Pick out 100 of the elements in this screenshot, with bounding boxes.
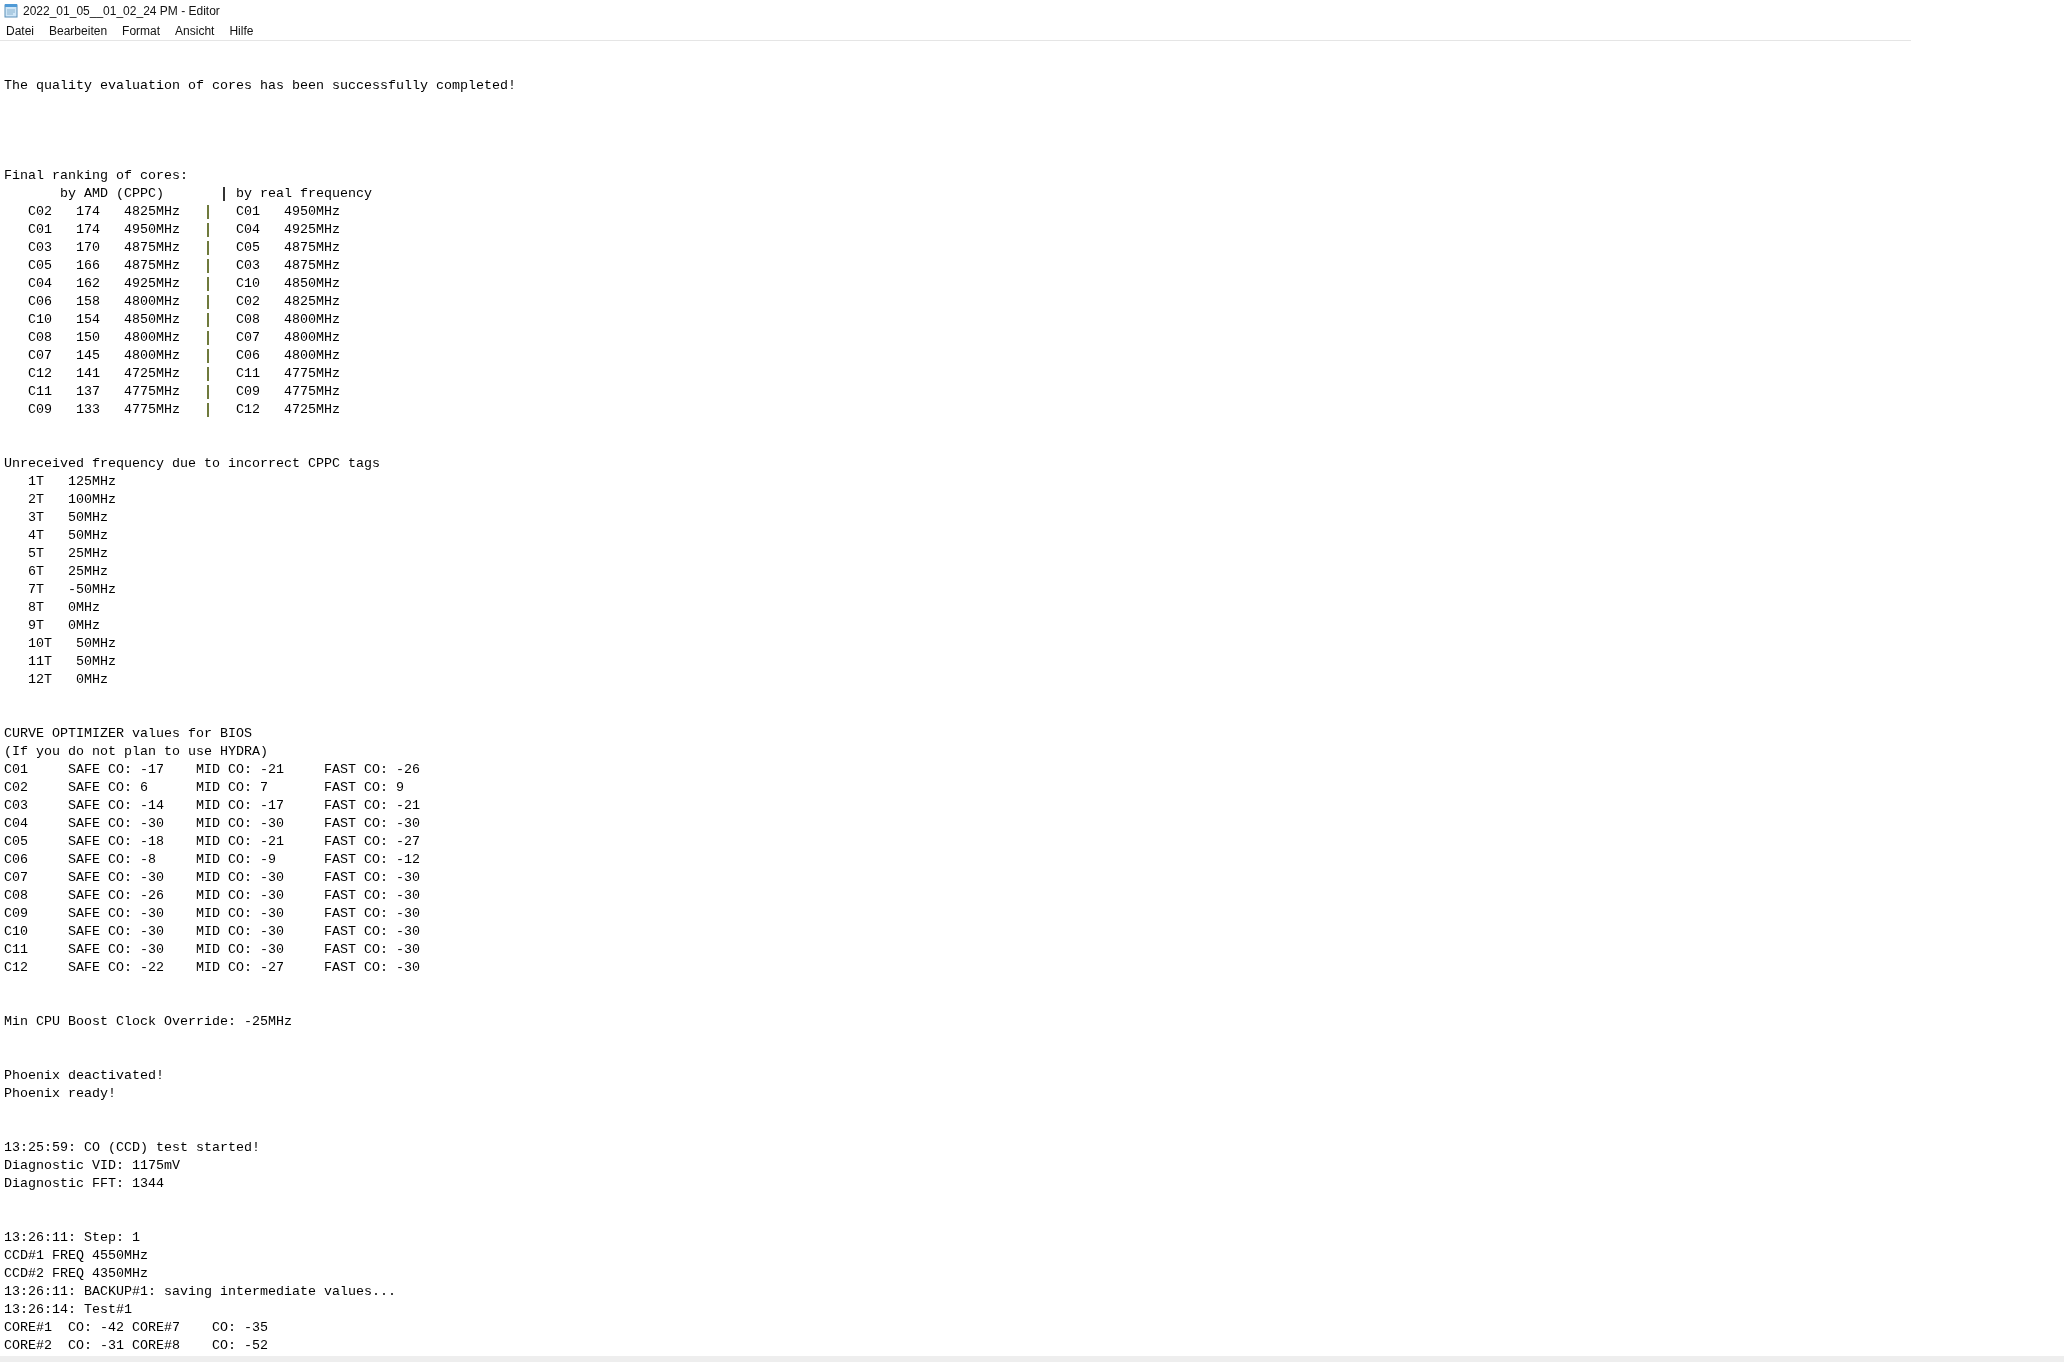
- ranking-entry: C08 4800MHz: [235, 311, 340, 329]
- frequency-entry: 8T 0MHz: [28, 599, 101, 617]
- menu-item[interactable]: Datei: [6, 21, 34, 40]
- ranking-entry: C12 141 4725MHz: [28, 365, 181, 383]
- curve-value: FAST CO: -30: [323, 815, 420, 833]
- frequency-entry: 2T 100MHz: [28, 491, 117, 509]
- curve-value: SAFE CO: -30: [68, 941, 165, 959]
- column-heading: by real frequency: [235, 185, 372, 203]
- menu-item[interactable]: Ansicht: [175, 21, 215, 40]
- log-line: CCD#2 FREQ 4350MHz: [4, 1265, 149, 1283]
- curve-value: SAFE CO: -26: [68, 887, 165, 905]
- core-label: C01: [4, 761, 29, 779]
- log-line: The quality evaluation of cores has been successfully completed!: [4, 77, 517, 95]
- frequency-entry: 4T 50MHz: [28, 527, 109, 545]
- log-line: Min CPU Boost Clock Override: -25MHz: [4, 1013, 293, 1031]
- curve-value: SAFE CO: -14: [68, 797, 165, 815]
- curve-value: SAFE CO: -8: [68, 851, 157, 869]
- log-line: CORE#1 CO: -42 CORE#7 CO: -35: [4, 1319, 269, 1337]
- ranking-entry: C11 137 4775MHz: [28, 383, 181, 401]
- curve-value: FAST CO: -12: [323, 851, 420, 869]
- log-line: 13:26:11: Step: 1: [4, 1229, 141, 1247]
- curve-value: SAFE CO: 6: [68, 779, 149, 797]
- section-heading: (If you do not plan to use HYDRA): [4, 743, 269, 761]
- ranking-entry: C01 174 4950MHz: [28, 221, 181, 239]
- curve-value: MID CO: -21: [195, 761, 285, 779]
- ranking-entry: C03 4875MHz: [235, 257, 340, 275]
- curve-value: MID CO: 7: [195, 779, 269, 797]
- frequency-entry: 5T 25MHz: [28, 545, 109, 563]
- core-label: C11: [4, 941, 29, 959]
- ranking-entry: C02 174 4825MHz: [28, 203, 181, 221]
- ranking-entry: C03 170 4875MHz: [28, 239, 181, 257]
- curve-value: FAST CO: -30: [323, 887, 420, 905]
- curve-value: MID CO: -21: [195, 833, 285, 851]
- curve-value: FAST CO: -30: [323, 941, 420, 959]
- curve-value: MID CO: -9: [195, 851, 277, 869]
- curve-value: FAST CO: 9: [323, 779, 404, 797]
- window-title: 2022_01_05__01_02_24 PM - Editor: [23, 2, 220, 20]
- curve-value: FAST CO: -30: [323, 905, 420, 923]
- log-line: Phoenix deactivated!: [4, 1067, 165, 1085]
- curve-value: SAFE CO: -30: [68, 905, 165, 923]
- notepad-icon: [4, 3, 18, 18]
- curve-value: FAST CO: -21: [323, 797, 420, 815]
- curve-value: MID CO: -30: [195, 905, 285, 923]
- ranking-entry: C12 4725MHz: [235, 401, 340, 419]
- frequency-entry: 1T 125MHz: [28, 473, 117, 491]
- curve-value: FAST CO: -30: [323, 923, 420, 941]
- frequency-entry: 7T -50MHz: [28, 581, 117, 599]
- core-label: C10: [4, 923, 29, 941]
- section-heading: Final ranking of cores:: [4, 167, 189, 185]
- core-label: C04: [4, 815, 29, 833]
- ranking-entry: C09 133 4775MHz: [28, 401, 181, 419]
- log-line: CORE#2 CO: -31 CORE#8 CO: -52: [4, 1337, 269, 1355]
- curve-value: FAST CO: -26: [323, 761, 420, 779]
- curve-value: SAFE CO: -17: [68, 761, 165, 779]
- ranking-entry: C01 4950MHz: [235, 203, 340, 221]
- core-label: C07: [4, 869, 29, 887]
- ranking-entry: C04 162 4925MHz: [28, 275, 181, 293]
- curve-value: MID CO: -30: [195, 941, 285, 959]
- ranking-entry: C10 154 4850MHz: [28, 311, 181, 329]
- frequency-entry: 11T 50MHz: [28, 653, 117, 671]
- section-heading: CURVE OPTIMIZER values for BIOS: [4, 725, 253, 743]
- core-label: C09: [4, 905, 29, 923]
- core-label: C02: [4, 779, 29, 797]
- ranking-entry: C02 4825MHz: [235, 293, 340, 311]
- column-heading: by AMD (CPPC): [60, 185, 165, 203]
- ranking-entry: C04 4925MHz: [235, 221, 340, 239]
- curve-value: MID CO: -30: [195, 869, 285, 887]
- core-label: C05: [4, 833, 29, 851]
- ranking-entry: C07 4800MHz: [235, 329, 340, 347]
- ranking-entry: C07 145 4800MHz: [28, 347, 181, 365]
- core-label: C03: [4, 797, 29, 815]
- curve-value: SAFE CO: -22: [68, 959, 165, 977]
- curve-value: SAFE CO: -30: [68, 815, 165, 833]
- log-line: 13:25:59: CO (CCD) test started!: [4, 1139, 261, 1157]
- ranking-entry: C08 150 4800MHz: [28, 329, 181, 347]
- core-label: C12: [4, 959, 29, 977]
- frequency-entry: 9T 0MHz: [28, 617, 101, 635]
- curve-value: SAFE CO: -18: [68, 833, 165, 851]
- log-line: 13:26:11: BACKUP#1: saving intermediate values...: [4, 1283, 397, 1301]
- ranking-entry: C11 4775MHz: [235, 365, 340, 383]
- curve-value: MID CO: -30: [195, 923, 285, 941]
- frequency-entry: 6T 25MHz: [28, 563, 109, 581]
- ranking-entry: C05 166 4875MHz: [28, 257, 181, 275]
- ranking-entry: C06 4800MHz: [235, 347, 340, 365]
- ranking-entry: C10 4850MHz: [235, 275, 340, 293]
- menu-item[interactable]: Bearbeiten: [49, 21, 108, 40]
- section-heading: Unreceived frequency due to incorrect CPPC tags: [4, 455, 381, 473]
- ranking-entry: C05 4875MHz: [235, 239, 340, 257]
- menu-item[interactable]: Format: [122, 21, 161, 40]
- frequency-entry: 12T 0MHz: [28, 671, 109, 689]
- core-label: C08: [4, 887, 29, 905]
- curve-value: SAFE CO: -30: [68, 923, 165, 941]
- log-line: Phoenix ready!: [4, 1085, 117, 1103]
- curve-value: FAST CO: -30: [323, 959, 420, 977]
- frequency-entry: 10T 50MHz: [28, 635, 117, 653]
- core-label: C06: [4, 851, 29, 869]
- menu-item[interactable]: Hilfe: [229, 21, 254, 40]
- curve-value: FAST CO: -30: [323, 869, 420, 887]
- log-line: Diagnostic FFT: 1344: [4, 1175, 165, 1193]
- curve-value: SAFE CO: -30: [68, 869, 165, 887]
